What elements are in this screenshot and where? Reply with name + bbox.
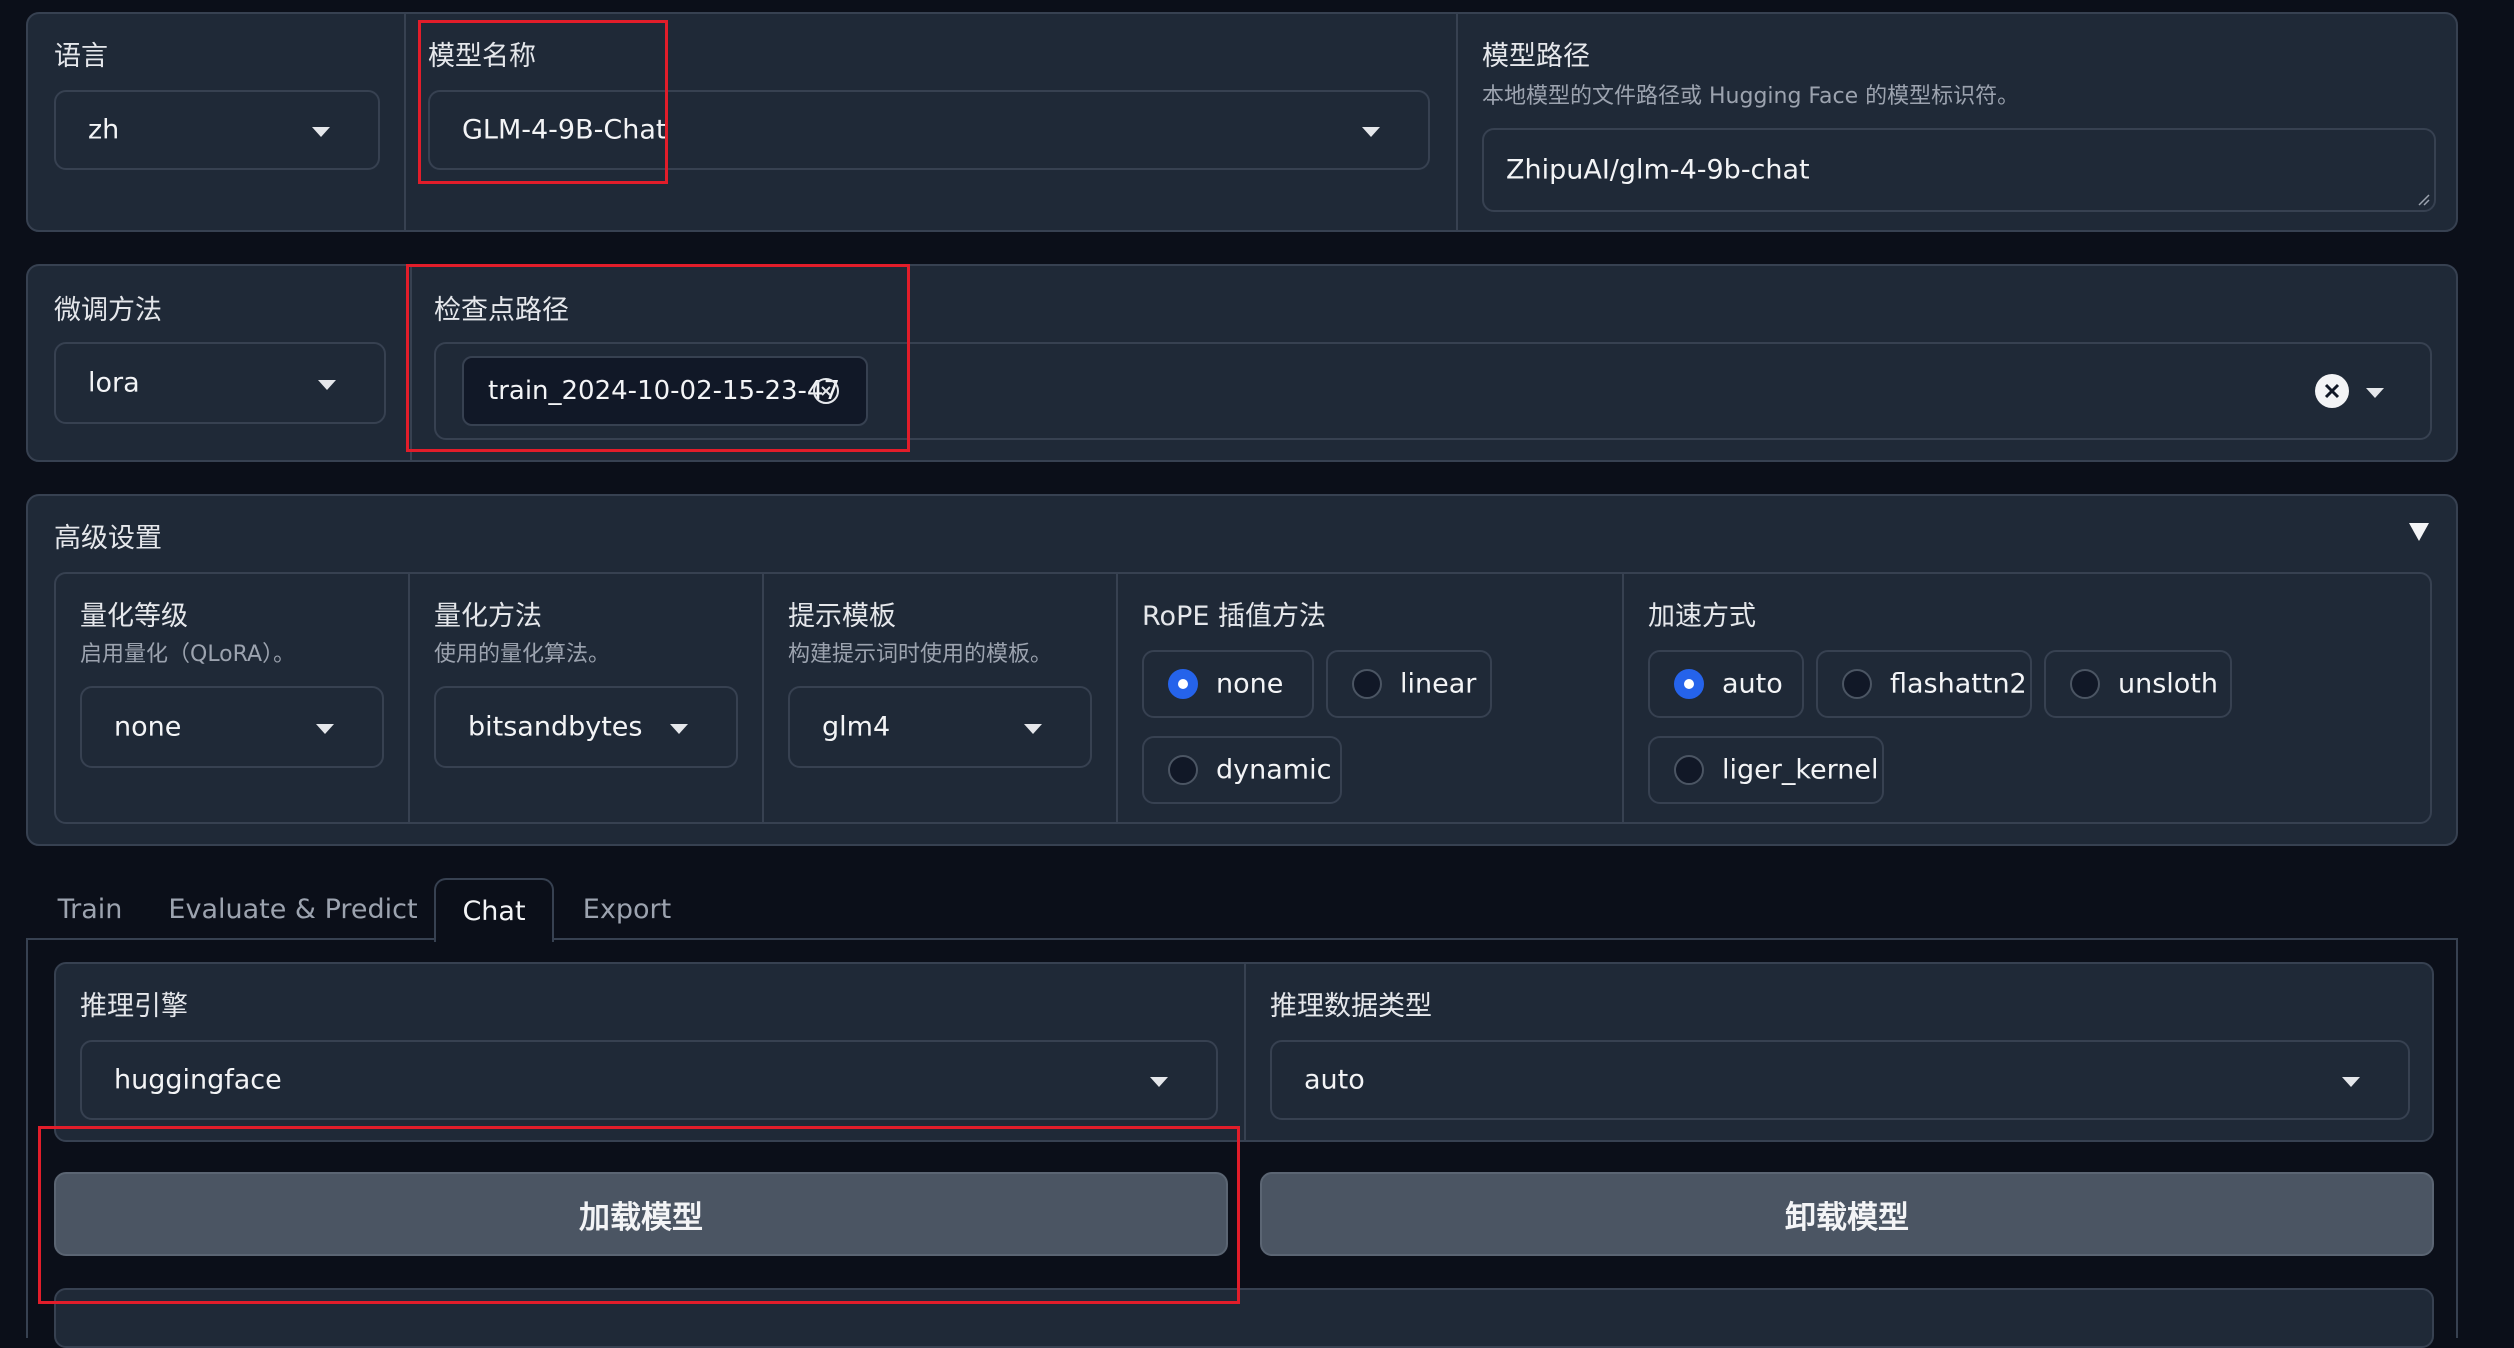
infer-dtype-dropdown[interactable]: auto [1270,1040,2410,1120]
chevron-down-icon [316,724,334,734]
quant-bit-label: 量化等级 [80,601,188,632]
rope-cell: RoPE 插值方法 none linear dynamic [1118,574,1622,822]
finetune-dropdown[interactable]: lora [54,342,386,424]
model-name-dropdown[interactable]: GLM-4-9B-Chat [428,90,1430,170]
checkpoint-label: 检查点路径 [434,295,569,326]
tab-evaluate-predict[interactable]: Evaluate & Predict [166,878,420,940]
infer-dtype-cell: 推理数据类型 auto [1246,964,2434,1140]
radio-checked-icon [1674,669,1704,699]
booster-option-label: auto [1722,668,1783,700]
resize-handle-icon[interactable] [2414,190,2430,206]
rope-option-dynamic[interactable]: dynamic [1142,736,1342,804]
adapter-settings-row: 微调方法 lora 检查点路径 train_2024-10-02-15-23-4… [26,264,2458,462]
radio-unchecked-icon [1674,755,1704,785]
tab-chat[interactable]: Chat [434,878,554,942]
clear-all-icon[interactable] [2314,373,2350,409]
radio-unchecked-icon [1842,669,1872,699]
template-label: 提示模板 [788,601,896,632]
unload-model-button[interactable]: 卸载模型 [1260,1172,2434,1256]
booster-option-label: unsloth [2118,668,2219,700]
booster-option-flashattn2[interactable]: flashattn2 [1816,650,2032,718]
checkpoint-tag-label: train_2024-10-02-15-23-47 [488,376,841,406]
booster-option-auto[interactable]: auto [1648,650,1804,718]
template-dropdown[interactable]: glm4 [788,686,1092,768]
language-cell: 语言 zh [28,14,404,230]
quant-method-value: bitsandbytes [468,711,643,743]
rope-option-none[interactable]: none [1142,650,1314,718]
chevron-down-icon[interactable] [2366,388,2384,398]
template-value: glm4 [822,711,891,743]
model-path-value: ZhipuAI/glm-4-9b-chat [1506,154,1810,186]
chevron-down-icon [1150,1077,1168,1087]
model-settings-row: 语言 zh 模型名称 GLM-4-9B-Chat 模型路径 本地模型的文件路径或… [26,12,2458,232]
chevron-down-icon [312,127,330,137]
quant-bit-info: 启用量化（QLoRA）。 [80,642,296,667]
chevron-down-icon [2342,1077,2360,1087]
infer-backend-cell: 推理引擎 huggingface [56,964,1244,1140]
booster-label: 加速方式 [1648,601,1756,632]
checkpoint-multiselect[interactable]: train_2024-10-02-15-23-47 [434,342,2432,440]
infer-backend-value: huggingface [114,1064,282,1096]
quant-method-info: 使用的量化算法。 [434,642,611,667]
chat-output-area [54,1288,2434,1348]
model-name-value: GLM-4-9B-Chat [462,114,667,146]
checkpoint-tag: train_2024-10-02-15-23-47 [462,356,868,426]
remove-tag-icon[interactable] [812,377,840,405]
chevron-down-icon [1362,127,1380,137]
booster-option-liger-kernel[interactable]: liger_kernel [1648,736,1884,804]
booster-option-unsloth[interactable]: unsloth [2044,650,2232,718]
quant-method-dropdown[interactable]: bitsandbytes [434,686,738,768]
infer-backend-label: 推理引擎 [80,991,188,1022]
language-label: 语言 [54,41,108,72]
model-name-label: 模型名称 [428,41,536,72]
model-path-textbox[interactable]: ZhipuAI/glm-4-9b-chat [1482,128,2436,212]
radio-unchecked-icon [2070,669,2100,699]
model-name-cell: 模型名称 GLM-4-9B-Chat [406,14,1456,230]
infer-dtype-value: auto [1304,1064,1365,1096]
chevron-down-icon [318,380,336,390]
model-path-label: 模型路径 [1482,41,1590,72]
finetune-value: lora [88,367,140,399]
rope-option-label: linear [1400,668,1477,700]
radio-unchecked-icon [1352,669,1382,699]
collapse-triangle-icon[interactable] [2408,522,2430,542]
template-cell: 提示模板 构建提示词时使用的模板。 glm4 [764,574,1116,822]
load-model-button[interactable]: 加载模型 [54,1172,1228,1256]
booster-option-label: flashattn2 [1890,668,2027,700]
template-info: 构建提示词时使用的模板。 [788,642,1053,667]
finetune-label: 微调方法 [54,295,162,326]
booster-option-label: liger_kernel [1722,754,1879,786]
advanced-inner-panel: 量化等级 启用量化（QLoRA）。 none 量化方法 使用的量化算法。 bit… [54,572,2432,824]
inference-settings-row: 推理引擎 huggingface 推理数据类型 auto [54,962,2434,1142]
quant-method-label: 量化方法 [434,601,542,632]
rope-label: RoPE 插值方法 [1142,601,1326,632]
advanced-settings-accordion: 高级设置 量化等级 启用量化（QLoRA）。 none 量化方法 使用的量化算法… [26,494,2458,846]
quant-method-cell: 量化方法 使用的量化算法。 bitsandbytes [410,574,762,822]
rope-option-label: dynamic [1216,754,1332,786]
checkpoint-cell: 检查点路径 train_2024-10-02-15-23-47 [412,266,2458,460]
model-path-info: 本地模型的文件路径或 Hugging Face 的模型标识符。 [1482,84,2020,109]
chat-tab-panel: 推理引擎 huggingface 推理数据类型 auto 加载模型 卸载模型 [26,938,2458,1348]
quant-bit-dropdown[interactable]: none [80,686,384,768]
infer-backend-dropdown[interactable]: huggingface [80,1040,1218,1120]
tab-export[interactable]: Export [568,878,686,940]
infer-dtype-label: 推理数据类型 [1270,991,1432,1022]
radio-checked-icon [1168,669,1198,699]
booster-cell: 加速方式 auto flashattn2 unsloth liger_kerne… [1624,574,2432,822]
language-dropdown[interactable]: zh [54,90,380,170]
radio-unchecked-icon [1168,755,1198,785]
language-value: zh [88,114,120,146]
quant-bit-value: none [114,711,182,743]
chevron-down-icon [1024,724,1042,734]
rope-option-linear[interactable]: linear [1326,650,1492,718]
quant-bit-cell: 量化等级 启用量化（QLoRA）。 none [56,574,408,822]
tab-train[interactable]: Train [26,878,154,940]
advanced-settings-title[interactable]: 高级设置 [54,516,162,555]
rope-option-label: none [1216,668,1284,700]
model-path-cell: 模型路径 本地模型的文件路径或 Hugging Face 的模型标识符。 Zhi… [1458,14,2458,230]
chevron-down-icon [670,724,688,734]
finetune-cell: 微调方法 lora [28,266,410,460]
